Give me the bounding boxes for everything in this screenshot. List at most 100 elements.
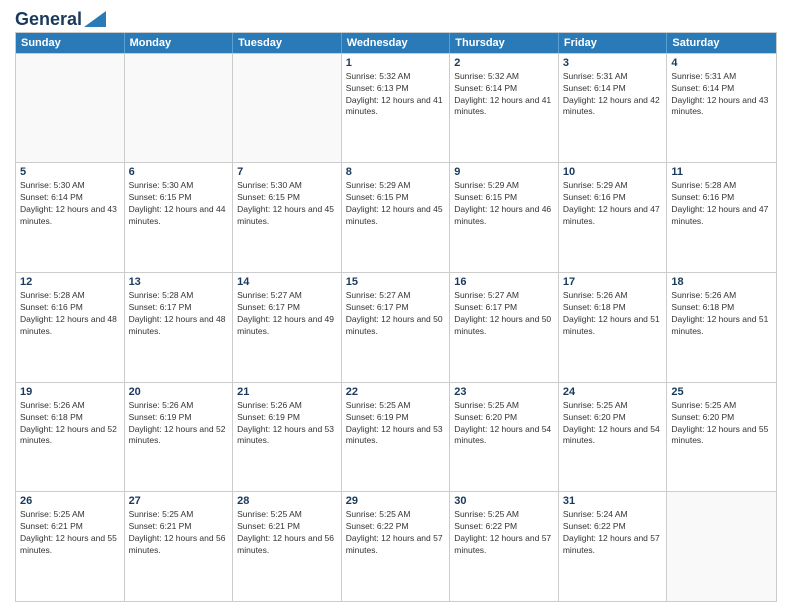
day-info: Sunrise: 5:32 AMSunset: 6:13 PMDaylight:… (346, 71, 446, 119)
header-day-thursday: Thursday (450, 33, 559, 53)
day-info: Sunrise: 5:28 AMSunset: 6:17 PMDaylight:… (129, 290, 229, 338)
header-day-wednesday: Wednesday (342, 33, 451, 53)
day-number: 4 (671, 57, 772, 69)
day-number: 12 (20, 276, 120, 288)
day-number: 11 (671, 166, 772, 178)
week-row-1: 1 Sunrise: 5:32 AMSunset: 6:13 PMDaylight… (16, 53, 776, 163)
day-info: Sunrise: 5:29 AMSunset: 6:15 PMDaylight:… (454, 180, 554, 228)
day-number: 8 (346, 166, 446, 178)
header: General (15, 10, 777, 26)
cal-cell: 5 Sunrise: 5:30 AMSunset: 6:14 PMDaylight… (16, 163, 125, 272)
header-day-monday: Monday (125, 33, 234, 53)
cal-cell: 20 Sunrise: 5:26 AMSunset: 6:19 PMDayligh… (125, 383, 234, 492)
day-info: Sunrise: 5:27 AMSunset: 6:17 PMDaylight:… (237, 290, 337, 338)
page: General SundayMondayTuesdayWednesdayThur… (0, 0, 792, 612)
logo: General (15, 10, 106, 26)
cal-cell: 22Sunrise: 5:25 AMSunset: 6:19 PMDayligh… (342, 383, 451, 492)
day-info: Sunrise: 5:25 AMSunset: 6:22 PMDaylight:… (454, 509, 554, 557)
day-number: 23 (454, 386, 554, 398)
cal-cell: 9 Sunrise: 5:29 AMSunset: 6:15 PMDaylight… (450, 163, 559, 272)
week-row-4: 19Sunrise: 5:26 AMSunset: 6:18 PMDayligh… (16, 382, 776, 492)
cal-cell: 2 Sunrise: 5:32 AMSunset: 6:14 PMDaylight… (450, 54, 559, 163)
day-info: Sunrise: 5:29 AMSunset: 6:15 PMDaylight:… (346, 180, 446, 228)
day-info: Sunrise: 5:25 AMSunset: 6:20 PMDaylight:… (454, 400, 554, 448)
cal-cell: 23 Sunrise: 5:25 AMSunset: 6:20 PMDayligh… (450, 383, 559, 492)
week-row-3: 12 Sunrise: 5:28 AMSunset: 6:16 PMDayligh… (16, 272, 776, 382)
cal-cell: 30 Sunrise: 5:25 AMSunset: 6:22 PMDayligh… (450, 492, 559, 601)
cal-cell: 28 Sunrise: 5:25 AMSunset: 6:21 PMDayligh… (233, 492, 342, 601)
cal-cell: 27 Sunrise: 5:25 AMSunset: 6:21 PMDayligh… (125, 492, 234, 601)
day-info: Sunrise: 5:31 AMSunset: 6:14 PMDaylight:… (671, 71, 772, 119)
cal-cell: 11 Sunrise: 5:28 AMSunset: 6:16 PMDayligh… (667, 163, 776, 272)
day-info: Sunrise: 5:24 AMSunset: 6:22 PMDaylight:… (563, 509, 663, 557)
day-number: 9 (454, 166, 554, 178)
day-info: Sunrise: 5:26 AMSunset: 6:18 PMDaylight:… (671, 290, 772, 338)
cal-cell: 18 Sunrise: 5:26 AMSunset: 6:18 PMDayligh… (667, 273, 776, 382)
day-number: 10 (563, 166, 663, 178)
day-number: 18 (671, 276, 772, 288)
cal-cell: 4 Sunrise: 5:31 AMSunset: 6:14 PMDaylight… (667, 54, 776, 163)
day-number: 5 (20, 166, 120, 178)
cal-cell: 31Sunrise: 5:24 AMSunset: 6:22 PMDayligh… (559, 492, 668, 601)
day-info: Sunrise: 5:25 AMSunset: 6:21 PMDaylight:… (129, 509, 229, 557)
day-info: Sunrise: 5:27 AMSunset: 6:17 PMDaylight:… (346, 290, 446, 338)
cal-cell: 8 Sunrise: 5:29 AMSunset: 6:15 PMDaylight… (342, 163, 451, 272)
cal-cell (125, 54, 234, 163)
cal-cell: 17Sunrise: 5:26 AMSunset: 6:18 PMDayligh… (559, 273, 668, 382)
header-day-sunday: Sunday (16, 33, 125, 53)
cal-cell: 15Sunrise: 5:27 AMSunset: 6:17 PMDayligh… (342, 273, 451, 382)
day-number: 1 (346, 57, 446, 69)
cal-cell: 13Sunrise: 5:28 AMSunset: 6:17 PMDayligh… (125, 273, 234, 382)
day-info: Sunrise: 5:29 AMSunset: 6:16 PMDaylight:… (563, 180, 663, 228)
day-number: 27 (129, 495, 229, 507)
day-number: 29 (346, 495, 446, 507)
cal-cell: 12 Sunrise: 5:28 AMSunset: 6:16 PMDayligh… (16, 273, 125, 382)
day-info: Sunrise: 5:26 AMSunset: 6:18 PMDaylight:… (20, 400, 120, 448)
day-number: 14 (237, 276, 337, 288)
day-number: 21 (237, 386, 337, 398)
calendar-header: SundayMondayTuesdayWednesdayThursdayFrid… (16, 33, 776, 53)
day-info: Sunrise: 5:27 AMSunset: 6:17 PMDaylight:… (454, 290, 554, 338)
day-info: Sunrise: 5:28 AMSunset: 6:16 PMDaylight:… (671, 180, 772, 228)
cal-cell: 10 Sunrise: 5:29 AMSunset: 6:16 PMDayligh… (559, 163, 668, 272)
cal-cell: 14 Sunrise: 5:27 AMSunset: 6:17 PMDayligh… (233, 273, 342, 382)
cal-cell: 26Sunrise: 5:25 AMSunset: 6:21 PMDayligh… (16, 492, 125, 601)
day-number: 20 (129, 386, 229, 398)
day-info: Sunrise: 5:32 AMSunset: 6:14 PMDaylight:… (454, 71, 554, 119)
logo-text-general: General (15, 10, 82, 30)
header-day-friday: Friday (559, 33, 668, 53)
week-row-2: 5 Sunrise: 5:30 AMSunset: 6:14 PMDaylight… (16, 162, 776, 272)
day-number: 25 (671, 386, 772, 398)
cal-cell: 16 Sunrise: 5:27 AMSunset: 6:17 PMDayligh… (450, 273, 559, 382)
cal-cell (233, 54, 342, 163)
day-info: Sunrise: 5:28 AMSunset: 6:16 PMDaylight:… (20, 290, 120, 338)
day-number: 28 (237, 495, 337, 507)
week-row-5: 26 Sunrise: 5:25 AMSunset: 6:21 PMDayligh… (16, 491, 776, 601)
day-number: 30 (454, 495, 554, 507)
day-info: Sunrise: 5:30 AMSunset: 6:15 PMDaylight:… (237, 180, 337, 228)
day-number: 2 (454, 57, 554, 69)
cal-cell: 1 Sunrise: 5:32 AMSunset: 6:13 PMDaylight… (342, 54, 451, 163)
day-number: 16 (454, 276, 554, 288)
day-info: Sunrise: 5:30 AMSunset: 6:15 PMDaylight:… (129, 180, 229, 228)
day-number: 17 (563, 276, 663, 288)
day-info: Sunrise: 5:30 AMSunset: 6:14 PMDaylight:… (20, 180, 120, 228)
cal-cell (16, 54, 125, 163)
day-info: Sunrise: 5:25 AMSunset: 6:21 PMDaylight:… (237, 509, 337, 557)
logo-icon (84, 11, 106, 27)
day-info: Sunrise: 5:25 AMSunset: 6:20 PMDaylight:… (563, 400, 663, 448)
cal-cell (667, 492, 776, 601)
day-info: Sunrise: 5:25 AMSunset: 6:19 PMDaylight:… (346, 400, 446, 448)
header-day-saturday: Saturday (667, 33, 776, 53)
day-number: 3 (563, 57, 663, 69)
day-number: 24 (563, 386, 663, 398)
day-info: Sunrise: 5:31 AMSunset: 6:14 PMDaylight:… (563, 71, 663, 119)
cal-cell: 21Sunrise: 5:26 AMSunset: 6:19 PMDayligh… (233, 383, 342, 492)
day-info: Sunrise: 5:25 AMSunset: 6:22 PMDaylight:… (346, 509, 446, 557)
day-info: Sunrise: 5:26 AMSunset: 6:19 PMDaylight:… (129, 400, 229, 448)
day-number: 7 (237, 166, 337, 178)
cal-cell: 3 Sunrise: 5:31 AMSunset: 6:14 PMDaylight… (559, 54, 668, 163)
day-number: 26 (20, 495, 120, 507)
cal-cell: 6Sunrise: 5:30 AMSunset: 6:15 PMDaylight… (125, 163, 234, 272)
cal-cell: 7 Sunrise: 5:30 AMSunset: 6:15 PMDaylight… (233, 163, 342, 272)
